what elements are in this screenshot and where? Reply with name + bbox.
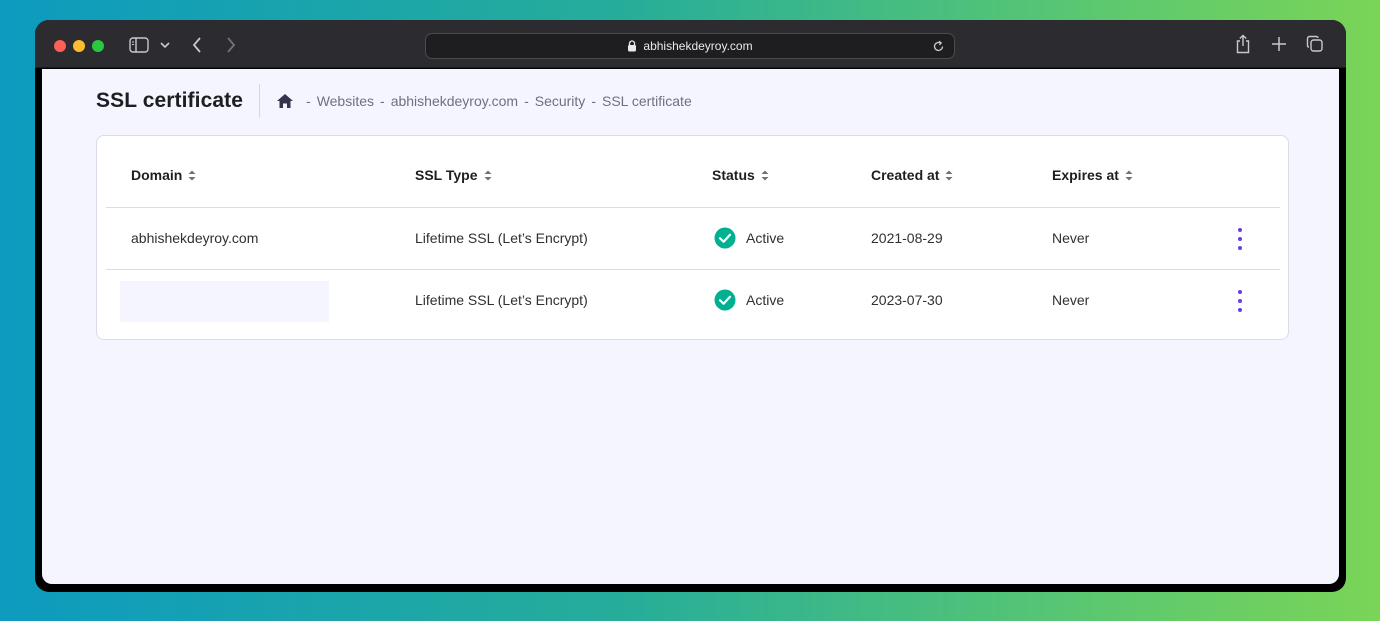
close-window-button[interactable] — [54, 40, 66, 52]
status-label: Active — [746, 292, 785, 308]
cell-created-at: 2021-08-29 — [871, 230, 943, 246]
page-header: SSL certificate - Websites - abhishekdey… — [96, 83, 692, 119]
cell-status: Active — [714, 289, 784, 311]
minimize-window-button[interactable] — [73, 40, 85, 52]
back-icon[interactable] — [187, 34, 207, 56]
address-bar[interactable]: abhishekdeyroy.com — [425, 33, 955, 59]
cell-expires-at: Never — [1052, 292, 1090, 308]
breadcrumb: - Websites - abhishekdeyroy.com - Securi… — [276, 93, 692, 109]
more-options-icon[interactable] — [1236, 290, 1244, 312]
column-header-created-at[interactable]: Created at — [871, 167, 953, 183]
cell-status: Active — [714, 227, 784, 249]
column-header-domain[interactable]: Domain — [131, 167, 196, 183]
cell-created-at: 2023-07-30 — [871, 292, 943, 308]
check-circle-icon — [714, 289, 736, 311]
browser-window: abhishekdeyroy.com SSL certificate - Web… — [35, 20, 1346, 592]
column-header-label: Domain — [131, 167, 183, 183]
page-content: SSL certificate - Websites - abhishekdey… — [42, 69, 1339, 584]
cell-domain: abhishekdeyroy.com — [131, 230, 259, 246]
breadcrumb-current: SSL certificate — [601, 93, 692, 109]
sort-icon[interactable] — [188, 170, 196, 181]
lock-icon — [627, 40, 637, 52]
sidebar-toggle-icon[interactable] — [129, 37, 149, 53]
ssl-certificates-table: Domain SSL Type Status Created at Expire… — [96, 135, 1289, 340]
column-header-expires-at[interactable]: Expires at — [1052, 167, 1133, 183]
header-divider — [259, 84, 261, 118]
sort-icon[interactable] — [1125, 170, 1133, 181]
column-header-status[interactable]: Status — [712, 167, 769, 183]
column-header-label: Created at — [871, 167, 940, 183]
table-row: Lifetime SSL (Let’s Encrypt) Active 2023… — [106, 269, 1280, 331]
breadcrumb-security[interactable]: Security — [535, 93, 586, 109]
sort-icon[interactable] — [484, 170, 492, 181]
home-icon[interactable] — [276, 93, 294, 109]
chevron-down-icon[interactable] — [159, 36, 171, 54]
sort-icon[interactable] — [945, 170, 953, 181]
more-options-icon[interactable] — [1236, 228, 1244, 250]
column-header-ssl-type[interactable]: SSL Type — [415, 167, 492, 183]
breadcrumb-separator: - — [380, 93, 385, 109]
check-circle-icon — [714, 227, 736, 249]
tab-overview-icon[interactable] — [1305, 33, 1325, 55]
reload-icon[interactable] — [930, 38, 946, 54]
share-icon[interactable] — [1233, 33, 1253, 55]
column-header-label: Status — [712, 167, 755, 183]
forward-icon[interactable] — [221, 34, 241, 56]
sort-icon[interactable] — [761, 170, 769, 181]
column-header-label: Expires at — [1052, 167, 1119, 183]
table-row: abhishekdeyroy.com Lifetime SSL (Let’s E… — [106, 207, 1280, 269]
breadcrumb-separator: - — [524, 93, 529, 109]
breadcrumb-separator: - — [306, 93, 311, 109]
cell-expires-at: Never — [1052, 230, 1090, 246]
status-label: Active — [746, 230, 785, 246]
breadcrumb-domain[interactable]: abhishekdeyroy.com — [391, 93, 518, 109]
page-title: SSL certificate — [96, 89, 244, 112]
table-header: Domain SSL Type Status Created at Expire… — [97, 136, 1290, 207]
cell-ssl-type: Lifetime SSL (Let’s Encrypt) — [415, 230, 588, 246]
zoom-window-button[interactable] — [92, 40, 104, 52]
breadcrumb-websites[interactable]: Websites — [317, 93, 374, 109]
breadcrumb-separator: - — [591, 93, 596, 109]
address-url: abhishekdeyroy.com — [643, 39, 753, 53]
redacted-domain — [120, 281, 329, 322]
column-header-label: SSL Type — [415, 167, 478, 183]
cell-ssl-type: Lifetime SSL (Let’s Encrypt) — [415, 292, 588, 308]
new-tab-icon[interactable] — [1269, 33, 1289, 55]
browser-toolbar: abhishekdeyroy.com — [35, 20, 1346, 68]
